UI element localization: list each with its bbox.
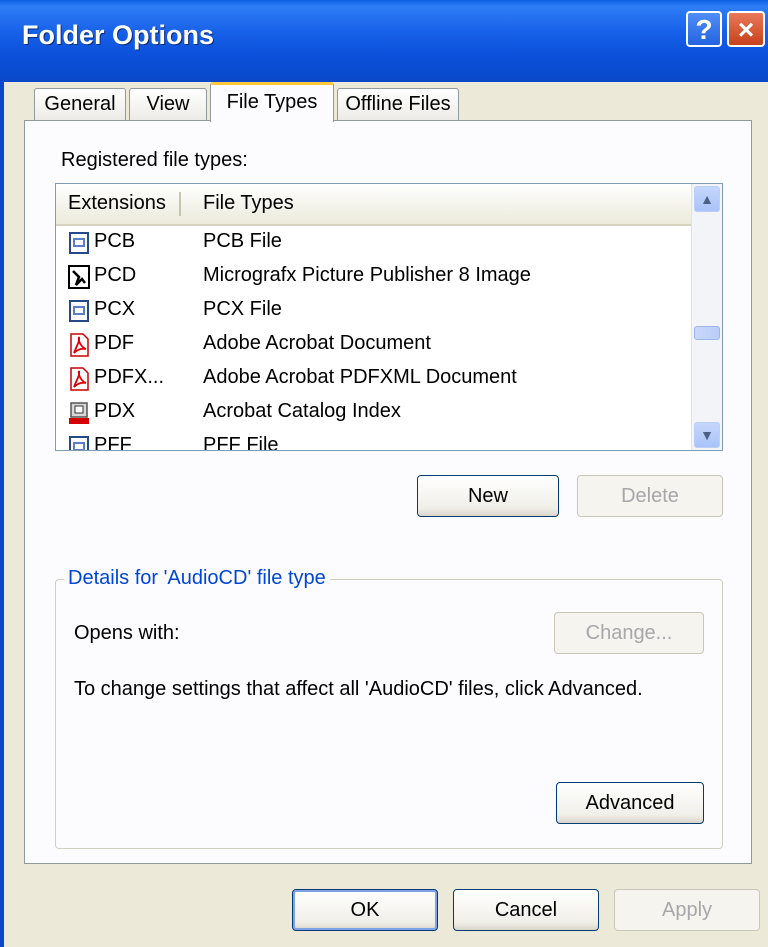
delete-button[interactable]: Delete [577,475,723,517]
generic-file-icon [69,232,89,254]
registered-file-types-label: Registered file types: [61,149,248,171]
generic-file-icon [69,436,89,450]
extension-cell: PCX [94,298,136,320]
tab-view[interactable]: View [129,88,207,120]
scroll-thumb[interactable] [694,326,720,340]
file-type-cell: Adobe Acrobat PDFXML Document [203,366,517,388]
table-row[interactable]: PDF Adobe Acrobat Document [56,329,686,363]
details-group-title: Details for 'AudioCD' file type [64,567,330,590]
advanced-button[interactable]: Advanced [556,782,704,824]
extension-cell: PDFX... [94,366,165,388]
tab-offline-files[interactable]: Offline Files [337,88,459,120]
file-type-cell: Acrobat Catalog Index [203,400,401,422]
details-group: Details for 'AudioCD' file type Opens wi… [55,567,723,849]
chevron-up-icon: ▲ [700,191,714,207]
column-header-file-types[interactable]: File Types [203,192,294,215]
close-icon: × [737,14,755,45]
file-type-cell: Adobe Acrobat Document [203,332,431,354]
catalog-index-icon [69,402,89,424]
apply-button[interactable]: Apply [614,889,760,931]
picture-publisher-icon [68,265,90,289]
file-type-cell: Micrografx Picture Publisher 8 Image [203,264,531,286]
new-button[interactable]: New [417,475,559,517]
table-row[interactable]: PDX Acrobat Catalog Index [56,397,686,431]
file-type-cell: PFF File [203,434,279,451]
column-separator[interactable] [179,192,181,216]
table-row[interactable]: PCX PCX File [56,295,686,329]
file-types-panel: Registered file types: Extensions File T… [24,120,752,864]
opens-with-label: Opens with: [74,622,180,644]
generic-file-icon [69,300,89,322]
table-row[interactable]: PFF PFF File [56,431,686,451]
table-row[interactable]: PCB PCB File [56,227,686,261]
list-header: Extensions File Types [56,184,691,226]
cancel-button[interactable]: Cancel [453,889,599,931]
file-types-list[interactable]: Extensions File Types PCB PCB File PCD M… [55,183,723,451]
details-description: To change settings that affect all 'Audi… [74,678,643,700]
extension-cell: PCD [94,264,137,286]
chevron-down-icon: ▼ [700,427,714,443]
scroll-up-button[interactable]: ▲ [694,186,720,212]
close-button[interactable]: × [727,11,765,47]
extension-cell: PCB [94,230,136,252]
window-border [0,82,4,947]
vertical-scrollbar[interactable]: ▲ ▼ [691,184,722,450]
help-icon: ? [695,14,713,45]
extension-cell: PFF [94,434,132,451]
column-header-extensions[interactable]: Extensions [68,192,166,215]
pdf-icon [70,367,89,391]
file-type-cell: PCB File [203,230,282,252]
title-bar: Folder Options ? × [0,0,768,82]
file-type-cell: PCX File [203,298,282,320]
extension-cell: PDF [94,332,134,354]
table-row[interactable]: PDFX... Adobe Acrobat PDFXML Document [56,363,686,397]
scroll-down-button[interactable]: ▼ [694,422,720,448]
window-title: Folder Options [22,20,214,50]
tab-file-types[interactable]: File Types [210,82,334,122]
extension-cell: PDX [94,400,136,422]
pdf-icon [70,333,89,357]
ok-button[interactable]: OK [292,889,438,931]
change-button[interactable]: Change... [554,612,704,654]
help-button[interactable]: ? [686,11,722,47]
tab-general[interactable]: General [34,88,126,120]
table-row[interactable]: PCD Micrografx Picture Publisher 8 Image [56,261,686,295]
